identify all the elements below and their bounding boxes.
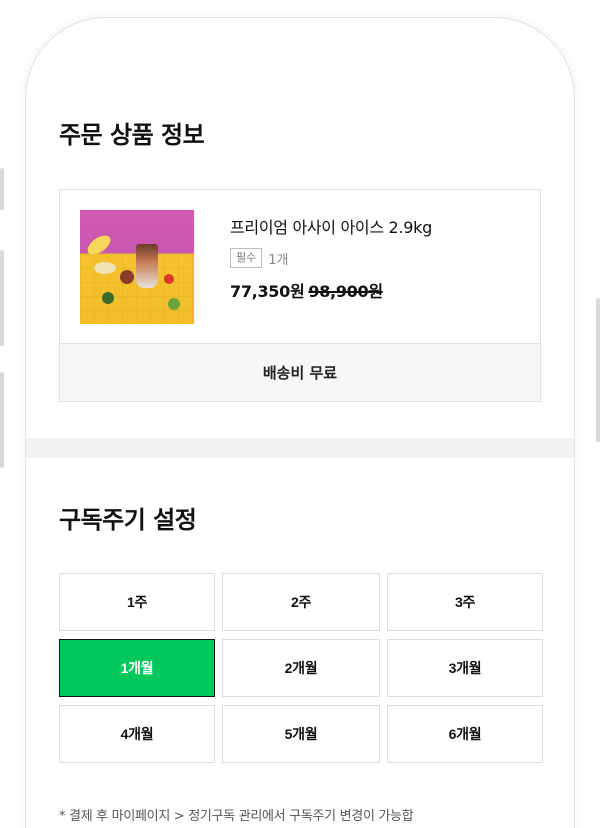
cycle-option-2-weeks[interactable]: 2주 [222,573,380,631]
product-info: 프리이엄 아사이 아이스 2.9kg 필수 1개 77,350원 98,900원 [230,210,432,324]
cycle-option-1-month[interactable]: 1개월 [59,639,215,697]
side-button [0,372,4,468]
product-row: 프리이엄 아사이 아이스 2.9kg 필수 1개 77,350원 98,900원 [60,190,540,343]
required-badge: 필수 [230,248,263,268]
product-quantity: 1개 [268,252,289,268]
original-price: 98,900원 [308,282,383,301]
side-button [0,250,4,346]
section-title-subscription-cycle: 구독주기 설정 [59,506,197,534]
subscription-cycle-section: 구독주기 설정 1주 2주 3주 1개월 2개월 3개월 4개월 5개월 6개월… [26,458,574,824]
phone-screen: 주문 상품 정보 프리이엄 아사이 아이스 2.9kg 필수 1개 77,350… [26,18,574,828]
cycle-option-2-months[interactable]: 2개월 [222,639,380,697]
side-button [596,298,600,442]
section-divider [26,438,574,458]
cycle-options: 1주 2주 3주 1개월 2개월 3개월 4개월 5개월 6개월 [59,573,543,763]
cycle-option-3-months[interactable]: 3개월 [387,639,543,697]
product-image[interactable] [80,210,194,324]
cycle-option-3-weeks[interactable]: 3주 [387,573,543,631]
product-price: 77,350원 98,900원 [230,278,432,302]
cycle-option-6-months[interactable]: 6개월 [387,705,543,763]
side-button [0,168,4,210]
cycle-option-1-week[interactable]: 1주 [59,573,215,631]
sale-price: 77,350원 [230,282,305,301]
cycle-option-4-months[interactable]: 4개월 [59,705,215,763]
order-product-section: 주문 상품 정보 프리이엄 아사이 아이스 2.9kg 필수 1개 77,350… [26,18,574,402]
product-card: 프리이엄 아사이 아이스 2.9kg 필수 1개 77,350원 98,900원 … [59,189,541,402]
section-title-order-product: 주문 상품 정보 [59,121,205,149]
product-option: 필수 1개 [230,248,432,268]
product-name[interactable]: 프리이엄 아사이 아이스 2.9kg [230,214,432,238]
shipping-fee: 배송비 무료 [60,343,540,401]
cycle-option-5-months[interactable]: 5개월 [222,705,380,763]
cycle-change-note: * 결제 후 마이페이지 > 정기구독 관리에서 구독주기 변경이 가능합 [59,809,414,824]
